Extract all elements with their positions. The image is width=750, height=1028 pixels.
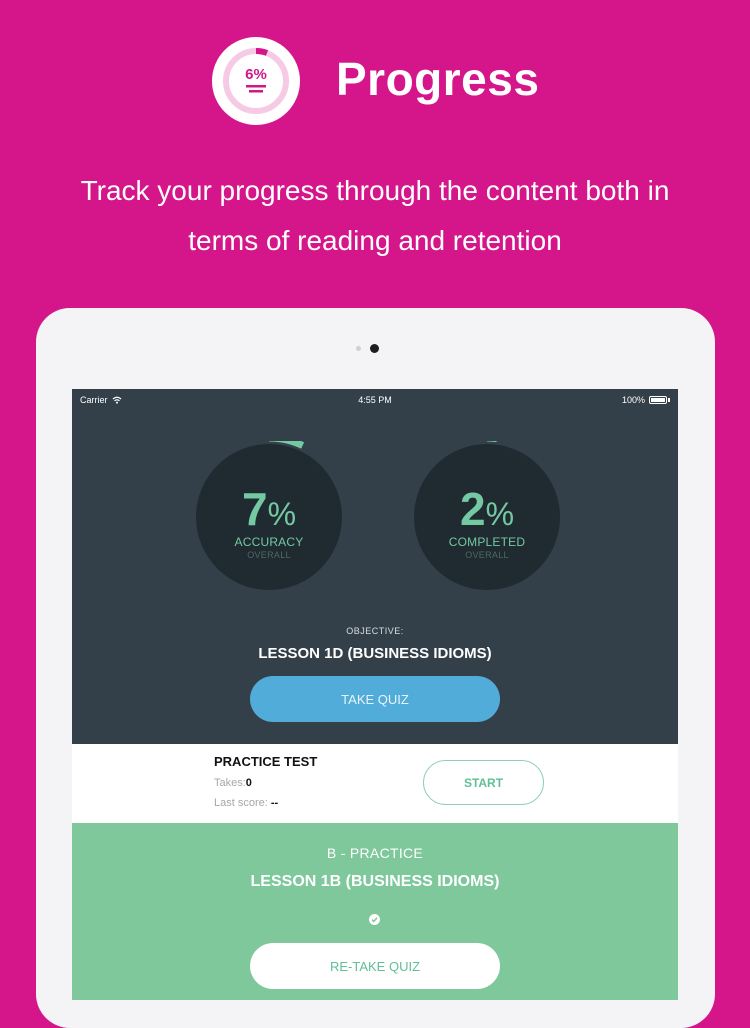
- accuracy-sub: OVERALL: [247, 550, 291, 560]
- camera-dot: [370, 344, 379, 353]
- practice-test-title: PRACTICE TEST: [214, 754, 318, 769]
- b-practice-section: B - PRACTICE LESSON 1B (BUSINESS IDIOMS)…: [72, 823, 678, 1000]
- page-subtitle: Track your progress through the content …: [30, 166, 720, 266]
- takes-line: Takes:0: [214, 777, 252, 789]
- accuracy-label: ACCURACY: [234, 535, 304, 549]
- last-score-line: Last score: --: [214, 797, 278, 809]
- takes-label: Takes:: [214, 777, 246, 789]
- battery-icon: [649, 396, 667, 404]
- completed-number: 2: [459, 483, 486, 535]
- completed-gauge: 2% COMPLETED OVERALL: [411, 441, 563, 593]
- start-button[interactable]: START: [423, 760, 544, 805]
- app-screen: Carrier 4:55 PM 100% 7% ACCURACY OVERALL…: [72, 389, 678, 1000]
- status-right: 100%: [622, 395, 670, 405]
- last-score-value: --: [270, 797, 279, 809]
- sensor-dot: [356, 346, 361, 351]
- retake-quiz-button[interactable]: RE-TAKE QUIZ: [250, 943, 500, 989]
- battery-percent: 100%: [621, 395, 645, 405]
- logo-value: 6%: [245, 66, 267, 83]
- completed-unit: %: [485, 496, 515, 532]
- accuracy-value: 7%: [193, 485, 345, 538]
- accuracy-unit: %: [267, 496, 297, 532]
- accuracy-number: 7: [241, 483, 268, 535]
- takes-value: 0: [245, 777, 252, 789]
- subtitle-line-1: Track your progress through the content …: [80, 175, 670, 206]
- b-practice-label: B - PRACTICE: [326, 845, 424, 861]
- progress-logo-icon: 6%: [212, 37, 300, 125]
- take-quiz-button[interactable]: TAKE QUIZ: [250, 676, 500, 722]
- b-practice-title: LESSON 1B (BUSINESS IDIOMS): [250, 873, 500, 890]
- completed-sub: OVERALL: [465, 550, 509, 560]
- status-time: 4:55 PM: [358, 395, 392, 405]
- completed-value: 2%: [411, 485, 563, 538]
- status-bar: Carrier 4:55 PM 100%: [72, 389, 678, 411]
- practice-test-card: PRACTICE TEST Takes:0 Last score: -- STA…: [72, 744, 678, 823]
- page-title: Progress: [336, 53, 540, 105]
- accuracy-gauge: 7% ACCURACY OVERALL: [193, 441, 345, 593]
- last-score-label: Last score:: [214, 797, 268, 809]
- subtitle-line-2: terms of reading and retention: [188, 225, 562, 256]
- check-icon: [369, 914, 380, 925]
- objective-title: LESSON 1D (BUSINESS IDIOMS): [258, 645, 492, 662]
- objective-label: OBJECTIVE:: [346, 626, 404, 636]
- completed-label: COMPLETED: [448, 535, 526, 549]
- battery-tip: [668, 398, 670, 402]
- hero-banner: 6% Progress Track your progress through …: [0, 0, 750, 300]
